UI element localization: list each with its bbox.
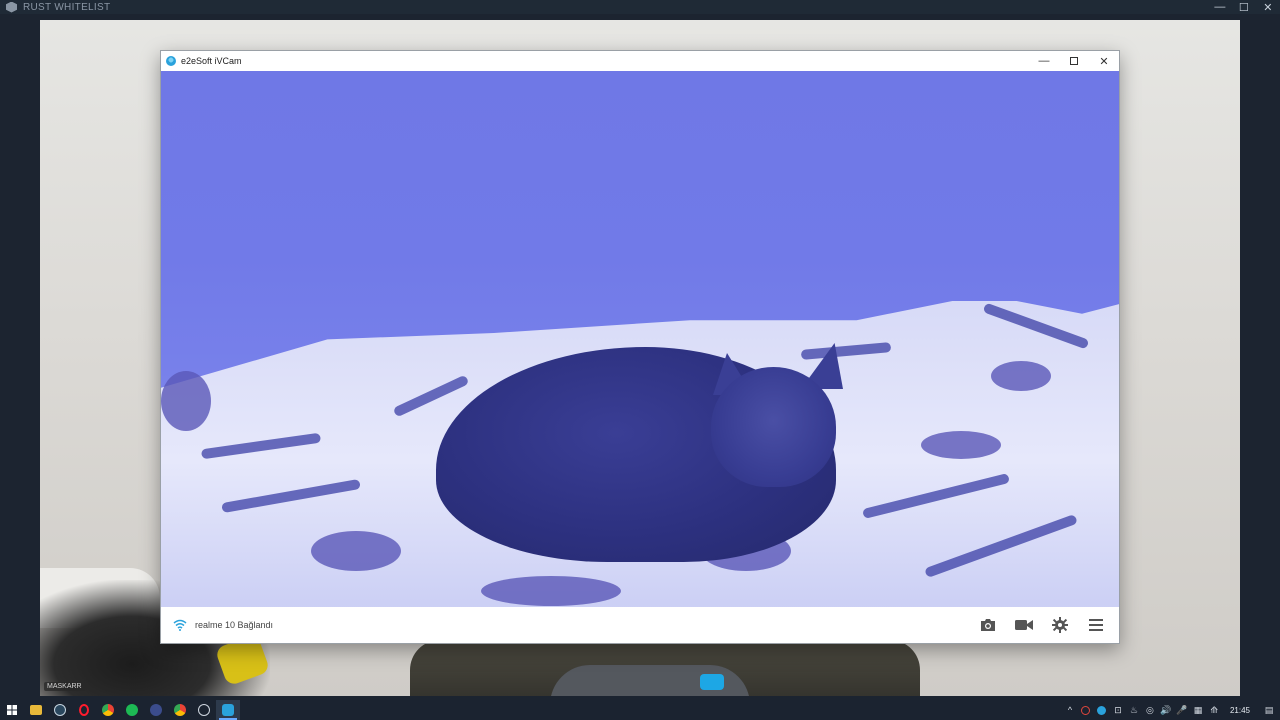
notification-center-icon[interactable]: ▤ xyxy=(1258,700,1280,720)
taskbar-app[interactable] xyxy=(144,700,168,720)
cat-head xyxy=(711,367,836,487)
folder-icon xyxy=(30,705,42,715)
rust-icon xyxy=(198,704,210,716)
taskbar-spotify[interactable] xyxy=(120,700,144,720)
app-icon xyxy=(150,704,162,716)
camera-icon xyxy=(981,619,995,631)
blanket-pattern xyxy=(161,371,211,431)
ivcam-icon xyxy=(222,704,234,716)
video-camera-icon xyxy=(1015,620,1033,630)
host-window-controls: — ☐ ✕ xyxy=(1208,0,1280,14)
tray-app-icon[interactable] xyxy=(1094,700,1110,720)
settings-button[interactable] xyxy=(1049,614,1071,636)
menu-button[interactable] xyxy=(1085,614,1107,636)
blanket-pattern xyxy=(921,431,1001,459)
ivcam-status-bar: realme 10 Bağlandı xyxy=(161,607,1119,643)
taskbar-clock[interactable]: 21:45 xyxy=(1222,706,1258,715)
tray-ivcam-icon xyxy=(1097,705,1107,715)
snapshot-button[interactable] xyxy=(977,614,999,636)
hamburger-menu-icon xyxy=(1089,619,1103,631)
volume-icon[interactable]: 🔊 xyxy=(1158,700,1174,720)
camera-preview xyxy=(161,71,1119,607)
tray-app-icon[interactable]: ⟰ xyxy=(1206,700,1222,720)
ivcam-minimize-button[interactable]: — xyxy=(1029,51,1059,71)
participant-name-tag: MASKARR xyxy=(44,682,85,691)
system-tray: ^ ⊡ ♨ ◎ 🔊 🎤 ▦ ⟰ 21:45 ▤ xyxy=(1062,700,1280,720)
windows-taskbar: ^ ⊡ ♨ ◎ 🔊 🎤 ▦ ⟰ 21:45 ▤ xyxy=(0,700,1280,720)
ivcam-titlebar: e2eSoft iVCam — ✕ xyxy=(161,51,1119,71)
wifi-icon xyxy=(173,619,187,631)
tray-overflow-chevron-icon[interactable]: ^ xyxy=(1062,700,1078,720)
maximize-icon xyxy=(1070,57,1078,65)
rust-app-icon xyxy=(6,1,17,13)
tray-app-icon[interactable]: ◎ xyxy=(1142,700,1158,720)
tray-steam-icon[interactable]: ♨ xyxy=(1126,700,1142,720)
blanket-pattern xyxy=(481,576,621,606)
chrome-icon xyxy=(102,704,114,716)
host-window-title: RUST WHITELIST xyxy=(23,1,111,13)
ivcam-maximize-button[interactable] xyxy=(1059,51,1089,71)
taskbar-file-explorer[interactable] xyxy=(24,700,48,720)
opera-icon xyxy=(79,704,89,716)
taskbar-steam[interactable] xyxy=(48,700,72,720)
ivcam-close-button[interactable]: ✕ xyxy=(1089,51,1119,71)
host-minimize-button[interactable]: — xyxy=(1208,0,1232,14)
tray-app-icon[interactable]: ⊡ xyxy=(1110,700,1126,720)
network-icon[interactable]: ▦ xyxy=(1190,700,1206,720)
status-actions xyxy=(977,607,1107,643)
ivcam-window-title: e2eSoft iVCam xyxy=(181,56,242,66)
host-maximize-button[interactable]: ☐ xyxy=(1232,0,1256,14)
microphone-icon[interactable]: 🎤 xyxy=(1174,700,1190,720)
ivcam-window: e2eSoft iVCam — ✕ realme 10 Bağlandı xyxy=(160,50,1120,644)
blanket-pattern xyxy=(311,531,401,571)
spotify-icon xyxy=(126,704,138,716)
record-button[interactable] xyxy=(1013,614,1035,636)
host-titlebar: RUST WHITELIST — ☐ ✕ xyxy=(0,0,1280,14)
gear-icon xyxy=(1052,617,1068,633)
chrome-icon xyxy=(174,704,186,716)
connection-status: realme 10 Bağlandı xyxy=(195,620,274,630)
host-close-button[interactable]: ✕ xyxy=(1256,0,1280,14)
tray-circle-icon xyxy=(1081,705,1091,715)
blanket-pattern xyxy=(991,361,1051,391)
background-led xyxy=(700,674,724,690)
start-button[interactable] xyxy=(0,700,24,720)
taskbar-chrome[interactable] xyxy=(96,700,120,720)
taskbar-rust[interactable] xyxy=(192,700,216,720)
tray-app-icon[interactable] xyxy=(1078,700,1094,720)
ivcam-window-controls: — ✕ xyxy=(1029,51,1119,71)
taskbar-ivcam[interactable] xyxy=(216,700,240,720)
taskbar-opera[interactable] xyxy=(72,700,96,720)
windows-logo-icon xyxy=(7,705,17,715)
steam-icon xyxy=(54,704,66,716)
taskbar-chrome-2[interactable] xyxy=(168,700,192,720)
ivcam-app-icon xyxy=(166,56,176,66)
